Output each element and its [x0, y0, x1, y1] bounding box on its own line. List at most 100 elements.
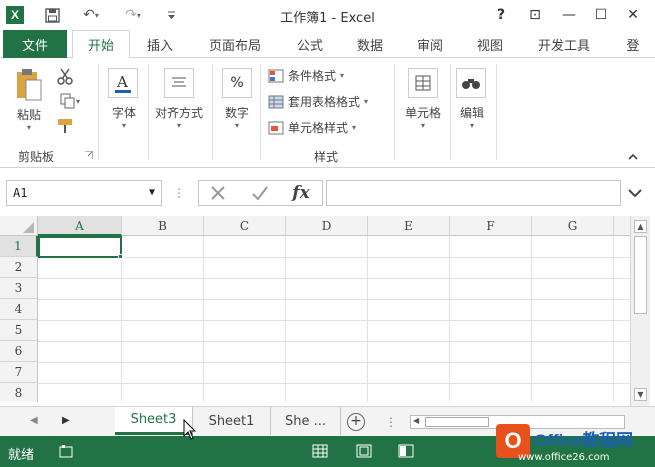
ribbon-display-options-button[interactable]: ⊡ — [522, 4, 548, 26]
gridline — [449, 236, 450, 402]
conditional-formatting-button[interactable]: 条件格式 ▾ — [268, 67, 398, 84]
row-header[interactable]: 3 — [0, 278, 38, 299]
alignment-button[interactable]: 对齐方式 ▾ — [150, 104, 208, 130]
ribbon: 粘贴 ▾ ▾ 剪贴板 A 字体 ▾ 对齐方式 ▾ % 数字 ▾ 条件格式 ▾ 套用表格格式… — [0, 58, 655, 168]
cell-styles-icon — [268, 121, 284, 134]
tab-file[interactable]: 文件 — [3, 30, 67, 58]
worksheet-grid[interactable]: A B C D E F G 1 2 3 4 5 6 7 8 — [0, 216, 630, 402]
gridline — [38, 362, 630, 363]
gridline — [531, 236, 532, 402]
maximize-button[interactable]: ☐ — [588, 4, 614, 26]
previous-sheet-icon[interactable]: ◀ — [30, 415, 38, 426]
tab-developer[interactable]: 开发工具 — [524, 30, 604, 58]
column-header[interactable] — [614, 216, 630, 236]
close-button[interactable]: ✕ — [620, 4, 646, 26]
tab-formulas[interactable]: 公式 — [284, 30, 336, 58]
tab-sign-in[interactable]: 登 — [618, 30, 648, 58]
cut-icon[interactable] — [55, 66, 75, 86]
row-header[interactable]: 4 — [0, 299, 38, 320]
scroll-left-icon[interactable]: ◀ — [413, 416, 419, 425]
row-header[interactable]: 8 — [0, 383, 38, 402]
watermark: O Office教程网 www.office26.com — [490, 422, 655, 467]
fill-handle[interactable] — [118, 254, 123, 259]
scroll-down-icon[interactable]: ▼ — [634, 388, 647, 401]
formula-bar: A1 ▼ ⋮ fx — [0, 170, 655, 214]
row-header[interactable]: 1 — [0, 236, 38, 257]
cells-button[interactable]: 单元格 ▾ — [398, 104, 448, 130]
tab-page-layout[interactable]: 页面布局 — [196, 30, 274, 58]
paste-button[interactable]: 粘贴 ▾ — [10, 106, 48, 132]
ribbon-separator — [450, 64, 451, 160]
insert-function-icon[interactable]: fx — [287, 181, 315, 205]
column-header[interactable]: F — [450, 216, 532, 236]
column-header[interactable]: D — [286, 216, 368, 236]
status-text: 就绪 — [8, 448, 35, 463]
tab-insert[interactable]: 插入 — [134, 30, 186, 58]
column-header[interactable]: E — [368, 216, 450, 236]
help-button[interactable]: ? — [488, 4, 514, 26]
row-header[interactable]: 5 — [0, 320, 38, 341]
column-header[interactable]: G — [532, 216, 614, 236]
tab-view[interactable]: 视图 — [464, 30, 516, 58]
title-bar: X ↶ ▾ ↷ ▾ 工作簿1 - Excel ? ⊡ — ☐ ✕ — [0, 0, 655, 30]
cells-icon[interactable] — [408, 68, 438, 98]
gridline — [203, 236, 204, 402]
cancel-icon[interactable] — [207, 183, 229, 203]
ribbon-separator — [212, 64, 213, 160]
page-break-view-icon[interactable] — [398, 443, 414, 459]
editing-button[interactable]: 编辑 ▾ — [452, 104, 492, 130]
minimize-button[interactable]: — — [556, 4, 582, 26]
scroll-thumb[interactable] — [634, 236, 647, 314]
conditional-formatting-icon — [268, 69, 284, 82]
gridline — [285, 236, 286, 402]
font-icon[interactable]: A — [108, 68, 138, 98]
formula-buttons: fx — [198, 180, 323, 206]
number-format-icon[interactable]: % — [222, 68, 252, 98]
expand-formula-bar-icon[interactable] — [626, 184, 644, 202]
formula-input[interactable] — [326, 180, 621, 206]
row-header[interactable]: 6 — [0, 341, 38, 362]
find-icon[interactable] — [456, 68, 486, 98]
font-button[interactable]: 字体 ▾ — [104, 104, 144, 130]
tab-data[interactable]: 数据 — [344, 30, 396, 58]
tab-review[interactable]: 审阅 — [404, 30, 456, 58]
tab-home[interactable]: 开始 — [72, 30, 130, 59]
column-header[interactable]: A — [38, 216, 122, 236]
enter-icon[interactable] — [249, 183, 271, 203]
alignment-icon[interactable] — [164, 68, 194, 98]
vertical-scrollbar[interactable]: ▲ ▼ — [630, 216, 650, 406]
sheet-tab-more[interactable]: She ... — [271, 407, 341, 435]
gridline — [38, 278, 630, 279]
next-sheet-icon[interactable]: ▶ — [62, 415, 70, 426]
chevron-down-icon[interactable]: ▼ — [149, 181, 155, 205]
page-layout-view-icon[interactable] — [356, 443, 372, 459]
scroll-up-icon[interactable]: ▲ — [634, 220, 647, 233]
format-painter-icon[interactable] — [55, 116, 75, 136]
gridline — [121, 236, 122, 402]
watermark-title: Office教程网 — [534, 431, 634, 450]
scroll-thumb[interactable] — [425, 417, 489, 427]
row-header[interactable]: 2 — [0, 257, 38, 278]
row-header[interactable]: 7 — [0, 362, 38, 383]
dialog-launcher-icon[interactable] — [84, 150, 94, 160]
sheet-tab-sheet1[interactable]: Sheet1 — [193, 407, 271, 435]
gridline — [38, 320, 630, 321]
number-button[interactable]: 数字 ▾ — [218, 104, 256, 130]
gridline — [38, 383, 630, 384]
cell-styles-button[interactable]: 单元格样式 ▾ — [268, 119, 398, 136]
paste-icon[interactable] — [12, 66, 46, 104]
add-sheet-button[interactable]: + — [347, 413, 365, 431]
gridline — [38, 341, 630, 342]
active-cell[interactable] — [38, 236, 122, 258]
collapse-ribbon-icon[interactable] — [626, 150, 640, 162]
format-as-table-button[interactable]: 套用表格格式 ▾ — [268, 93, 398, 110]
name-box[interactable]: A1 ▼ — [6, 180, 162, 206]
ribbon-separator — [148, 64, 149, 160]
column-header[interactable]: B — [122, 216, 204, 236]
column-header[interactable]: C — [204, 216, 286, 236]
copy-icon[interactable]: ▾ — [55, 92, 85, 110]
normal-view-icon[interactable] — [312, 443, 328, 459]
ribbon-tabs: 文件 开始 插入 页面布局 公式 数据 审阅 视图 开发工具 登 — [0, 30, 655, 59]
macro-recording-icon[interactable] — [58, 443, 74, 459]
select-all-button[interactable] — [0, 216, 38, 236]
